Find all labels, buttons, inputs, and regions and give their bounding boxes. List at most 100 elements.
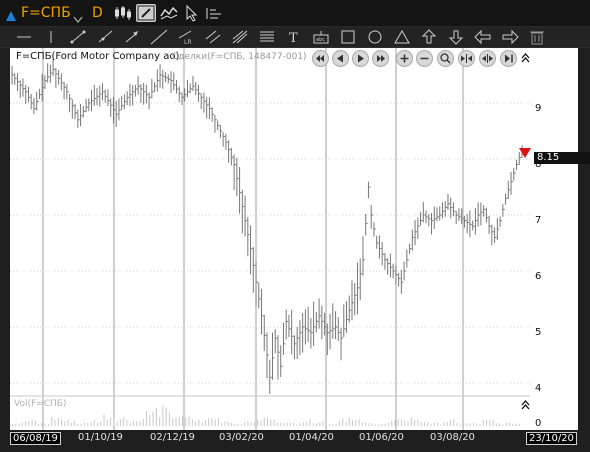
- volume-bar: [201, 422, 203, 426]
- volume-bar: [54, 420, 56, 426]
- volume-bar: [90, 422, 92, 426]
- text-tool-icon[interactable]: T: [285, 29, 303, 45]
- extended-line-icon[interactable]: [150, 29, 168, 45]
- volume-bar: [182, 416, 183, 426]
- arrow-left-icon[interactable]: [474, 29, 492, 45]
- ellipse-tool-icon[interactable]: [366, 29, 384, 45]
- volume-bar: [299, 423, 301, 426]
- arrow-right-icon[interactable]: [501, 29, 519, 45]
- volume-bar: [319, 422, 321, 426]
- volume-bar: [44, 423, 46, 426]
- draw-pencil-icon[interactable]: [136, 4, 156, 22]
- triangle-tool-icon[interactable]: [393, 29, 411, 45]
- volume-bar: [152, 411, 154, 426]
- volume-bar: [21, 422, 23, 426]
- label-tool-icon[interactable]: abc: [312, 29, 330, 45]
- volume-bar: [381, 423, 383, 426]
- volume-bar: [384, 423, 386, 426]
- trend-line-icon[interactable]: [69, 29, 87, 45]
- indicators-icon[interactable]: [159, 4, 179, 22]
- volume-bar: [51, 416, 53, 426]
- volume-bar: [224, 421, 226, 426]
- trash-icon[interactable]: [528, 29, 546, 45]
- volume-bar: [116, 422, 118, 426]
- volume-bar: [195, 421, 197, 426]
- volume-bar: [293, 423, 295, 426]
- volume-bar: [57, 417, 59, 426]
- volume-bar: [378, 424, 380, 426]
- volume-zero-label: 0: [535, 418, 542, 429]
- volume-bar: [47, 424, 49, 426]
- volume-bar: [492, 420, 494, 426]
- volume-bar: [335, 423, 337, 426]
- scroll-right-icon[interactable]: [352, 50, 369, 67]
- rectangle-tool-icon[interactable]: [339, 29, 357, 45]
- chart-title: F=СПБ(Ford Motor Company ao): [16, 51, 180, 62]
- volume-bar: [113, 418, 115, 426]
- last-price-tag: 8.15: [534, 152, 590, 164]
- expand-horizontal-icon[interactable]: [479, 50, 496, 67]
- fibonacci-levels-icon[interactable]: [258, 29, 276, 45]
- scroll-left-icon[interactable]: [332, 50, 349, 67]
- cursor-icon[interactable]: [182, 4, 202, 22]
- volume-bar: [74, 421, 76, 426]
- ray-line-icon[interactable]: [96, 29, 114, 45]
- volume-bar: [237, 424, 239, 426]
- zoom-out-icon[interactable]: [416, 50, 433, 67]
- collapse-price-panel-icon[interactable]: [521, 53, 530, 66]
- volume-bar: [499, 423, 501, 426]
- volume-bar: [404, 420, 406, 426]
- volume-bar: [427, 422, 429, 426]
- ticker-symbol[interactable]: F=СПБ: [21, 5, 71, 21]
- volume-bar: [263, 417, 265, 426]
- vertical-line-icon[interactable]: [42, 29, 60, 45]
- x-start-date: 06/08/19: [10, 432, 61, 445]
- candlestick-chart-icon[interactable]: [113, 4, 133, 22]
- svg-text:abc: abc: [316, 37, 325, 43]
- ticker-dropdown-icon[interactable]: [73, 9, 83, 28]
- volume-bar: [410, 417, 412, 426]
- regression-lr-icon[interactable]: LR: [177, 29, 195, 45]
- volume-bar: [257, 419, 259, 426]
- volume-bar: [61, 419, 63, 426]
- arrow-down-icon[interactable]: [447, 29, 465, 45]
- horizontal-line-icon[interactable]: [15, 29, 33, 45]
- volume-bar: [440, 424, 442, 426]
- settings-bars-icon[interactable]: [204, 4, 224, 22]
- period-selector[interactable]: D: [92, 5, 103, 21]
- price-chart[interactable]: [10, 48, 530, 430]
- volume-bar: [270, 419, 272, 426]
- arrow-up-icon[interactable]: [420, 29, 438, 45]
- pitchfork-icon[interactable]: [231, 29, 249, 45]
- volume-bar: [391, 420, 393, 426]
- scroll-end-icon[interactable]: [372, 50, 389, 67]
- volume-bar: [119, 419, 121, 426]
- x-tick-label: 01/06/20: [359, 432, 404, 443]
- volume-bar: [312, 423, 314, 426]
- volume-bar: [456, 423, 458, 426]
- volume-bar: [110, 417, 112, 426]
- volume-bar: [329, 424, 331, 426]
- arrow-line-icon[interactable]: [123, 29, 141, 45]
- volume-bar: [508, 422, 510, 426]
- compress-horizontal-icon[interactable]: [458, 50, 475, 67]
- svg-text:T: T: [289, 31, 298, 45]
- zoom-in-icon[interactable]: [396, 50, 413, 67]
- volume-bar: [100, 421, 102, 426]
- volume-bar: [368, 423, 370, 426]
- scroll-start-icon[interactable]: [312, 50, 329, 67]
- volume-bar: [374, 424, 376, 426]
- volume-bar: [214, 419, 216, 426]
- volume-bar: [165, 407, 167, 426]
- parallel-channel-icon[interactable]: [204, 29, 222, 45]
- volume-bar: [414, 420, 416, 426]
- volume-bar: [352, 420, 353, 426]
- volume-bar: [459, 424, 461, 426]
- search-zoom-icon[interactable]: [437, 50, 454, 67]
- volume-bar: [397, 419, 399, 426]
- go-to-end-icon[interactable]: [500, 50, 517, 67]
- volume-bar: [361, 422, 363, 426]
- collapse-volume-panel-icon[interactable]: [521, 400, 530, 413]
- volume-bar: [495, 423, 497, 426]
- volume-bar: [132, 421, 134, 426]
